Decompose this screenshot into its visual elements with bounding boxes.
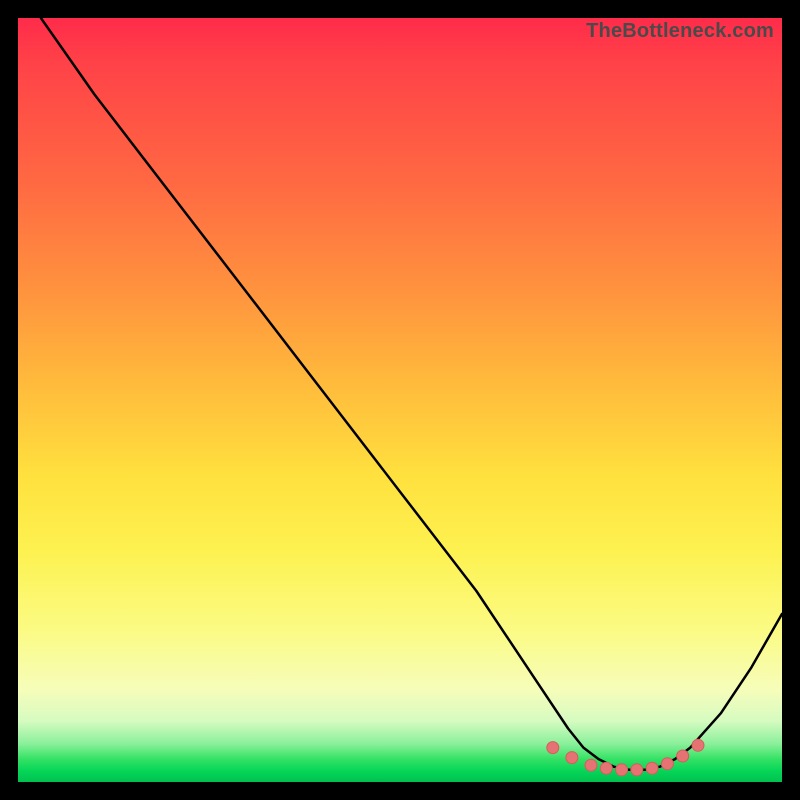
marker-dot bbox=[631, 764, 643, 776]
plot-area: TheBottleneck.com bbox=[18, 18, 782, 782]
chart-svg bbox=[18, 18, 782, 782]
marker-dot bbox=[646, 762, 658, 774]
minimum-markers bbox=[547, 739, 704, 776]
marker-dot bbox=[547, 742, 559, 754]
marker-dot bbox=[585, 759, 597, 771]
marker-dot bbox=[616, 764, 628, 776]
watermark-text: TheBottleneck.com bbox=[586, 20, 774, 43]
marker-dot bbox=[566, 752, 578, 764]
marker-dot bbox=[677, 750, 689, 762]
marker-dot bbox=[600, 762, 612, 774]
marker-dot bbox=[692, 739, 704, 751]
marker-dot bbox=[661, 758, 673, 770]
bottleneck-curve bbox=[41, 18, 782, 770]
chart-frame: TheBottleneck.com bbox=[18, 18, 782, 782]
